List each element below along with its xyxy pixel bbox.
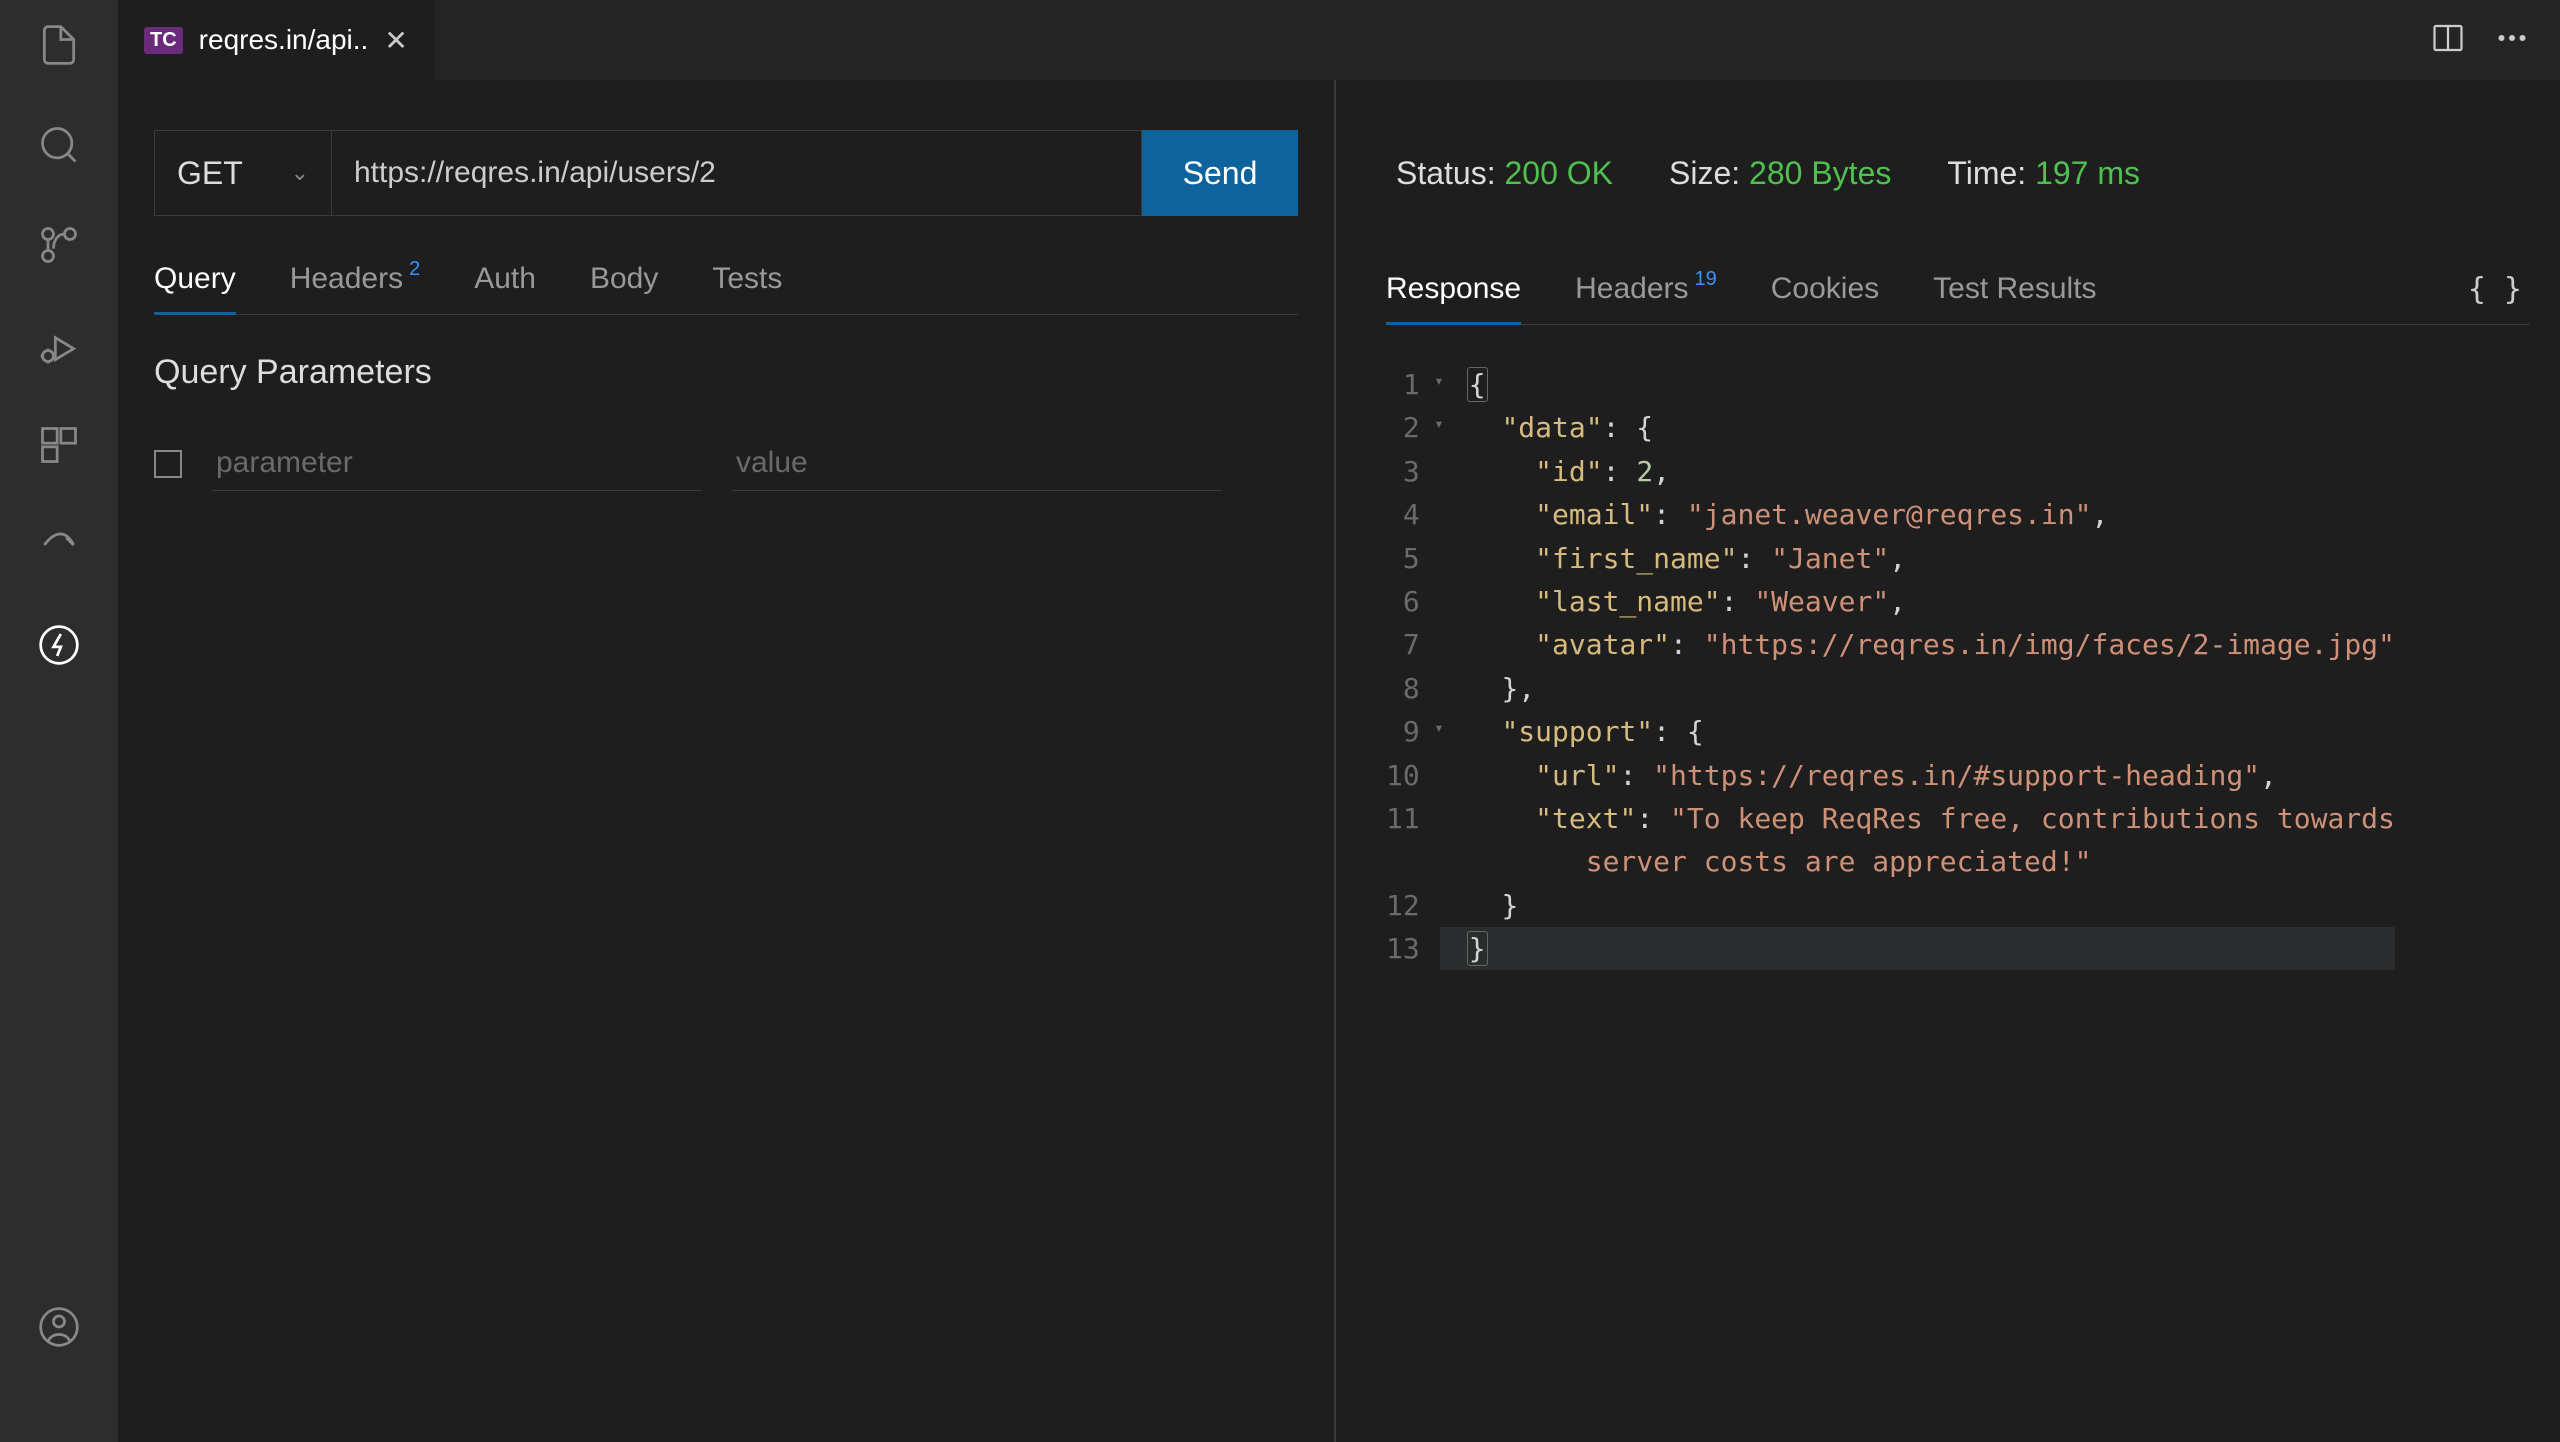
account-icon[interactable] — [34, 1302, 84, 1352]
tab-resp-headers[interactable]: Headers 19 — [1575, 254, 1717, 324]
headers-count-badge: 2 — [409, 258, 420, 281]
main-area: TC reqres.in/api.. ✕ GET ⌄ Send — [118, 0, 2560, 1442]
share-icon[interactable] — [34, 520, 84, 570]
editor-tab[interactable]: TC reqres.in/api.. ✕ — [118, 0, 435, 80]
param-name-input[interactable] — [212, 436, 702, 491]
tab-body[interactable]: Body — [590, 244, 658, 314]
send-button[interactable]: Send — [1142, 130, 1298, 216]
source-control-icon[interactable] — [34, 220, 84, 270]
response-subtabs: Response Headers 19 Cookies Test Results… — [1386, 254, 2530, 325]
param-checkbox[interactable] — [154, 450, 182, 478]
format-json-icon[interactable]: { } — [2468, 272, 2530, 307]
tab-tests[interactable]: Tests — [712, 244, 782, 314]
activity-bar — [0, 0, 118, 1442]
thunder-client-icon[interactable] — [34, 620, 84, 670]
size-stat: Size: 280 Bytes — [1669, 155, 1891, 192]
editor-tab-bar: TC reqres.in/api.. ✕ — [118, 0, 2560, 80]
query-params-heading: Query Parameters — [154, 353, 1298, 392]
response-panel: Status: 200 OK Size: 280 Bytes Time: 197… — [1336, 80, 2560, 1442]
extensions-icon[interactable] — [34, 420, 84, 470]
request-bar: GET ⌄ Send — [154, 130, 1298, 216]
search-icon[interactable] — [34, 120, 84, 170]
tab-query[interactable]: Query — [154, 244, 236, 314]
tab-title: reqres.in/api.. — [199, 24, 369, 56]
tab-auth[interactable]: Auth — [474, 244, 536, 314]
tab-response[interactable]: Response — [1386, 254, 1521, 324]
files-icon[interactable] — [34, 20, 84, 70]
json-response-viewer[interactable]: 1234567891011 1213 { "data": { "id": 2, … — [1386, 363, 2530, 970]
split-editor-icon[interactable] — [2430, 20, 2466, 61]
close-icon[interactable]: ✕ — [384, 24, 407, 57]
method-value: GET — [177, 155, 243, 192]
time-stat: Time: 197 ms — [1947, 155, 2140, 192]
request-subtabs: Query Headers 2 Auth Body Tests — [154, 244, 1298, 315]
content-split: GET ⌄ Send Query Headers 2 Auth Body Tes… — [118, 80, 2560, 1442]
param-row — [154, 436, 1298, 491]
status-stat: Status: 200 OK — [1396, 155, 1613, 192]
http-method-select[interactable]: GET ⌄ — [154, 130, 332, 216]
debug-icon[interactable] — [34, 320, 84, 370]
more-icon[interactable] — [2494, 20, 2530, 61]
resp-headers-count-badge: 19 — [1695, 268, 1717, 291]
tab-badge: TC — [144, 27, 183, 54]
tab-cookies[interactable]: Cookies — [1771, 254, 1879, 324]
tab-test-results[interactable]: Test Results — [1933, 254, 2096, 324]
request-panel: GET ⌄ Send Query Headers 2 Auth Body Tes… — [118, 80, 1336, 1442]
tab-headers[interactable]: Headers 2 — [290, 244, 421, 314]
response-stats: Status: 200 OK Size: 280 Bytes Time: 197… — [1386, 130, 2530, 216]
param-value-input[interactable] — [732, 436, 1222, 491]
url-input[interactable] — [332, 130, 1142, 216]
chevron-down-icon: ⌄ — [291, 160, 309, 186]
